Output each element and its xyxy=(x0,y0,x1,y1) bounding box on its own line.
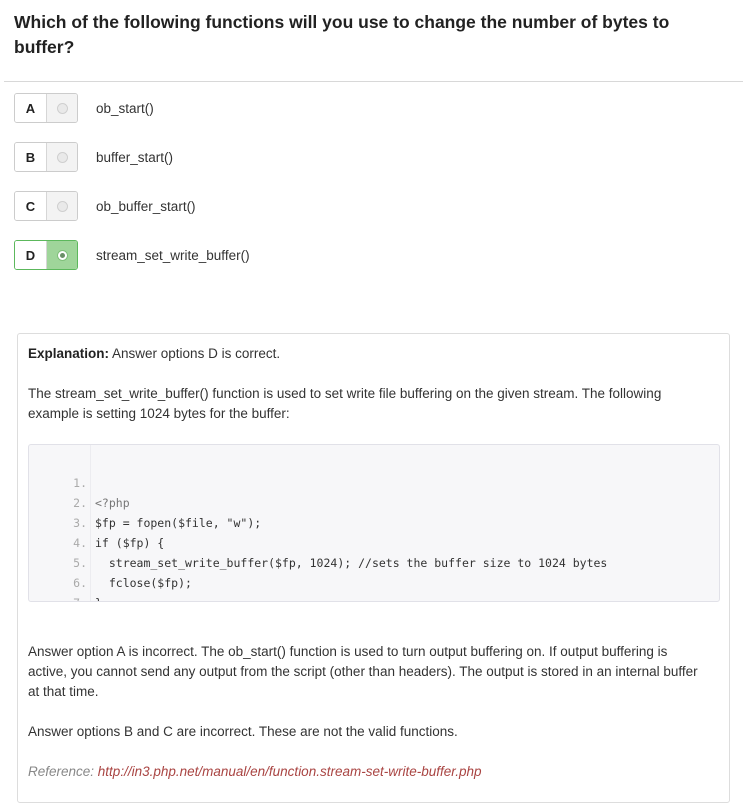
code-text: fclose($fp); xyxy=(95,576,192,590)
reference-link[interactable]: http://in3.php.net/manual/en/function.st… xyxy=(98,764,482,779)
code-line: 1. <?php xyxy=(29,453,129,510)
question-divider xyxy=(4,81,743,82)
option-label[interactable]: stream_set_write_buffer() xyxy=(96,248,250,263)
explanation-summary: Answer options D is correct. xyxy=(109,346,281,361)
code-text: if ($fp) { xyxy=(95,536,165,550)
option-d[interactable]: D stream_set_write_buffer() xyxy=(14,240,250,270)
option-a-selector[interactable]: A xyxy=(14,93,78,123)
code-line: 5. fclose($fp); xyxy=(29,533,192,590)
option-letter: A xyxy=(15,94,47,122)
line-number: 7. xyxy=(63,593,87,601)
explanation-panel: Explanation: Answer options D is correct… xyxy=(17,333,730,803)
code-line: 2. $fp = fopen($file, "w"); xyxy=(29,473,261,530)
option-c-selector[interactable]: C xyxy=(14,191,78,221)
code-text: $fp = fopen($file, "w"); xyxy=(95,516,262,530)
code-block: 1. <?php 2. $fp = fopen($file, "w"); 3. … xyxy=(28,444,720,602)
option-letter: D xyxy=(15,241,47,269)
radio-button[interactable] xyxy=(56,102,68,114)
option-b[interactable]: B buffer_start() xyxy=(14,142,173,172)
question-text: Which of the following functions will yo… xyxy=(14,12,670,57)
option-letter: B xyxy=(15,143,47,171)
explanation-options-bc: Answer options B and C are incorrect. Th… xyxy=(28,724,458,739)
option-letter: C xyxy=(15,192,47,220)
explanation-heading: Explanation: Answer options D is correct… xyxy=(28,344,708,364)
code-gutter-divider xyxy=(90,445,91,601)
option-b-selector[interactable]: B xyxy=(14,142,78,172)
option-d-selector[interactable]: D xyxy=(14,240,78,270)
option-a[interactable]: A ob_start() xyxy=(14,93,154,123)
option-label[interactable]: buffer_start() xyxy=(96,150,173,165)
code-line: 7. ?> xyxy=(29,573,87,601)
code-text: } xyxy=(95,593,102,601)
code-line: 3. if ($fp) { xyxy=(29,493,164,550)
option-c[interactable]: C ob_buffer_start() xyxy=(14,191,196,221)
radio-button-checked[interactable] xyxy=(56,249,68,261)
reference: Reference: http://in3.php.net/manual/en/… xyxy=(28,764,482,779)
code-line: 6. } xyxy=(29,553,102,601)
explanation-option-a: Answer option A is incorrect. The ob_sta… xyxy=(28,644,698,699)
code-text: stream_set_write_buffer($fp, 1024); //se… xyxy=(95,556,608,570)
radio-button[interactable] xyxy=(56,151,68,163)
option-label[interactable]: ob_start() xyxy=(96,101,154,116)
option-label[interactable]: ob_buffer_start() xyxy=(96,199,196,214)
radio-button[interactable] xyxy=(56,200,68,212)
code-text: <?php xyxy=(95,496,130,510)
explanation-label: Explanation: xyxy=(28,346,110,361)
explanation-intro: The stream_set_write_buffer() function i… xyxy=(28,386,662,421)
code-line: 4. stream_set_write_buffer($fp, 1024); /… xyxy=(29,513,607,570)
reference-label: Reference: xyxy=(28,764,98,779)
